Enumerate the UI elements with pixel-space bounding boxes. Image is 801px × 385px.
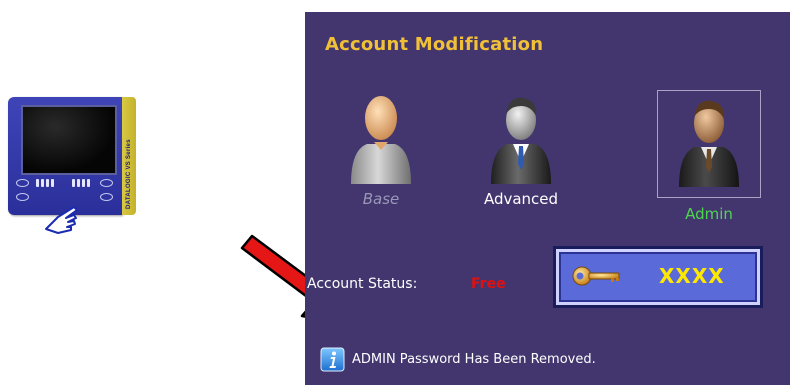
account-status-label: Account Status:: [307, 276, 418, 292]
device-led: [51, 179, 54, 187]
device-led: [77, 179, 80, 187]
device-led: [41, 179, 44, 187]
account-option-admin[interactable]: Admin: [657, 90, 761, 223]
user-admin-icon: [679, 100, 739, 187]
user-advanced-icon: [491, 97, 551, 184]
scanner-device-icon: DATALOGIC VS Series: [8, 97, 136, 235]
key-icon: [572, 266, 620, 286]
account-modification-panel: Account Modification Base Advanced Admin…: [305, 12, 790, 385]
account-label-admin: Admin: [685, 205, 733, 223]
device-led: [87, 179, 90, 187]
device-key: [100, 179, 113, 187]
device-brand-text: DATALOGIC VS Series: [126, 139, 132, 209]
device-led: [82, 179, 85, 187]
account-label-base: Base: [362, 190, 400, 208]
device-body: [8, 97, 122, 215]
panel-title: Account Modification: [325, 34, 544, 55]
account-option-base[interactable]: Base: [329, 84, 433, 214]
password-text: XXXX: [659, 264, 725, 288]
device-led: [36, 179, 39, 187]
password-button[interactable]: XXXX: [556, 249, 760, 305]
device-screen: [21, 105, 117, 175]
device-side-label: DATALOGIC VS Series: [122, 97, 136, 215]
user-base-icon: [351, 96, 411, 184]
device-led: [46, 179, 49, 187]
device-key: [16, 179, 29, 187]
device-led: [72, 179, 75, 187]
account-status-value: Free: [471, 276, 506, 292]
pointing-hand-icon: [45, 206, 78, 234]
info-icon: [320, 347, 345, 372]
account-option-advanced[interactable]: Advanced: [469, 84, 573, 214]
device-key: [16, 193, 29, 201]
device-key: [100, 193, 113, 201]
info-message: ADMIN Password Has Been Removed.: [352, 352, 596, 367]
account-label-advanced: Advanced: [483, 190, 559, 208]
